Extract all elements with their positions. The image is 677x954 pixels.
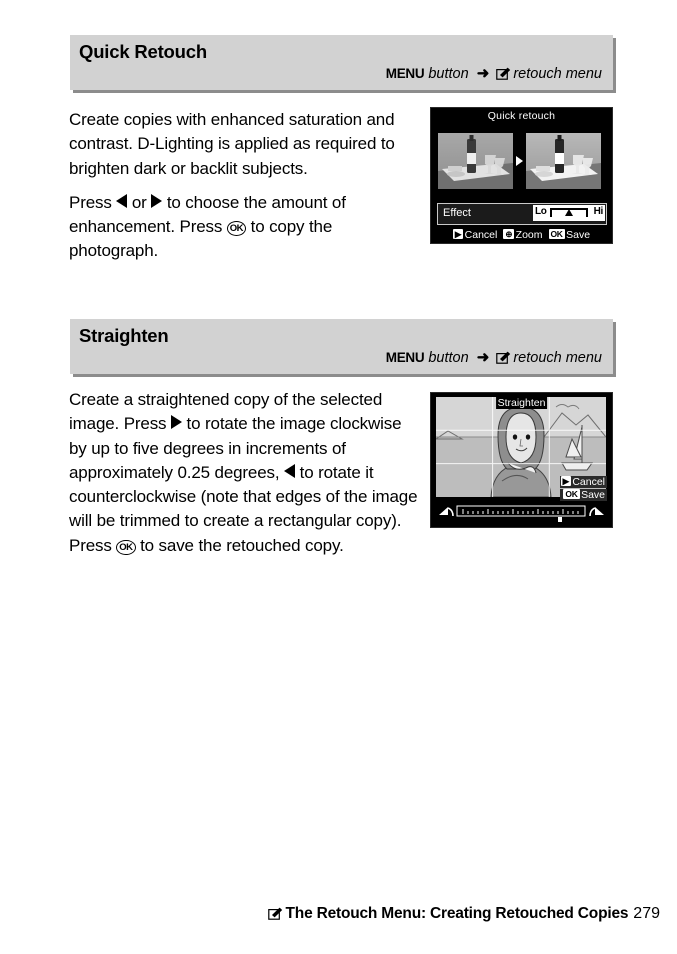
right-triangle-icon bbox=[151, 193, 163, 208]
hint-label: Cancel bbox=[464, 229, 498, 241]
ok-button-icon: OK bbox=[116, 539, 136, 555]
hint-label: Save bbox=[566, 229, 591, 241]
retouch-menu-icon bbox=[496, 67, 511, 80]
rotate-counterclockwise-icon bbox=[439, 507, 454, 517]
rotation-ruler[interactable] bbox=[435, 503, 608, 525]
zoom-key-icon: ⊕ bbox=[503, 229, 515, 239]
retouch-menu-icon bbox=[267, 907, 283, 920]
right-triangle-icon bbox=[170, 415, 182, 430]
effect-label: Effect bbox=[443, 207, 471, 219]
menu-path: MENU button ➜ retouch menu bbox=[70, 347, 613, 374]
ok-key-icon: OK bbox=[548, 229, 565, 239]
effect-setting-row[interactable]: Effect Lo Hi bbox=[437, 203, 607, 225]
left-triangle-icon bbox=[116, 193, 128, 208]
section-title: Straighten bbox=[79, 325, 169, 346]
page-number: 279 bbox=[633, 905, 660, 922]
button-word: button bbox=[428, 349, 469, 366]
thumbnail-after bbox=[526, 133, 601, 189]
ok-key-icon: OK bbox=[563, 489, 580, 499]
paragraph-text: to save the retouched copy. bbox=[135, 535, 344, 555]
footer-title: The Retouch Menu: Creating Retouched Cop… bbox=[285, 905, 629, 922]
hint-label: Zoom bbox=[515, 229, 543, 241]
body-text-straighten: Create a straightened copy of the select… bbox=[69, 388, 421, 558]
ok-button-icon: OK bbox=[226, 221, 247, 237]
left-triangle-icon bbox=[284, 463, 296, 478]
slider-low-label: Lo bbox=[535, 206, 547, 217]
rotate-clockwise-icon bbox=[589, 507, 604, 517]
slider-pointer[interactable] bbox=[565, 209, 573, 216]
hint-zoom[interactable]: ⊕ Zoom bbox=[503, 229, 543, 241]
slider-high-label: Hi bbox=[593, 206, 604, 217]
before-after-caret-icon bbox=[516, 156, 523, 166]
thumbnail-before bbox=[438, 133, 513, 189]
effect-slider[interactable]: Lo Hi bbox=[533, 205, 605, 221]
body-text-quick-retouch: Create copies with enhanced saturation a… bbox=[69, 108, 421, 264]
menu-path: MENU button ➜ retouch menu bbox=[70, 63, 613, 90]
menu-button-label: MENU bbox=[385, 349, 425, 365]
paragraph-text: Create copies with enhanced saturation a… bbox=[69, 110, 395, 178]
paragraph-text: or bbox=[127, 192, 152, 212]
section-header-straighten: Straighten MENU button ➜ retouch menu bbox=[70, 319, 613, 374]
lcd-title: Straighten bbox=[495, 397, 548, 409]
lcd-title: Quick retouch bbox=[487, 110, 556, 122]
paragraph: Press or to choose the amount of enhance… bbox=[69, 191, 421, 264]
button-word: button bbox=[428, 65, 469, 82]
camera-screenshot-straighten: Straighten ▶ Cancel OK Save bbox=[430, 392, 613, 528]
section-header-quick-retouch: Quick Retouch MENU button ➜ retouch menu bbox=[70, 35, 613, 90]
arrow-icon: ➜ bbox=[476, 64, 490, 82]
lcd-button-hints: ▶ Cancel OK Save bbox=[559, 475, 607, 501]
hint-label: Save bbox=[581, 489, 605, 501]
camera-screenshot-quick-retouch: Quick retouch Effect Lo Hi ▶ Cancel ⊕ Zo… bbox=[430, 107, 613, 244]
lcd-button-hints: ▶ Cancel ⊕ Zoom OK Save bbox=[431, 229, 612, 241]
hint-save[interactable]: OK Save bbox=[548, 229, 591, 241]
paragraph: Create copies with enhanced saturation a… bbox=[69, 108, 421, 181]
hint-save[interactable]: OK Save bbox=[559, 489, 607, 501]
hint-cancel[interactable]: ▶ Cancel bbox=[452, 229, 498, 241]
destination-label: retouch menu bbox=[513, 65, 602, 82]
playback-key-icon: ▶ bbox=[452, 229, 464, 239]
paragraph-text: Press bbox=[69, 192, 117, 212]
page-footer: The Retouch Menu: Creating Retouched Cop… bbox=[0, 905, 660, 923]
menu-button-label: MENU bbox=[385, 65, 425, 81]
manual-page: Quick Retouch MENU button ➜ retouch menu… bbox=[0, 0, 677, 954]
destination-label: retouch menu bbox=[513, 349, 602, 366]
hint-cancel[interactable]: ▶ Cancel bbox=[559, 476, 607, 488]
playback-key-icon: ▶ bbox=[560, 476, 571, 486]
section-title: Quick Retouch bbox=[79, 41, 207, 62]
arrow-icon: ➜ bbox=[476, 348, 490, 366]
retouch-menu-icon bbox=[496, 351, 511, 364]
hint-label: Cancel bbox=[572, 476, 605, 488]
paragraph: Create a straightened copy of the select… bbox=[69, 388, 421, 558]
